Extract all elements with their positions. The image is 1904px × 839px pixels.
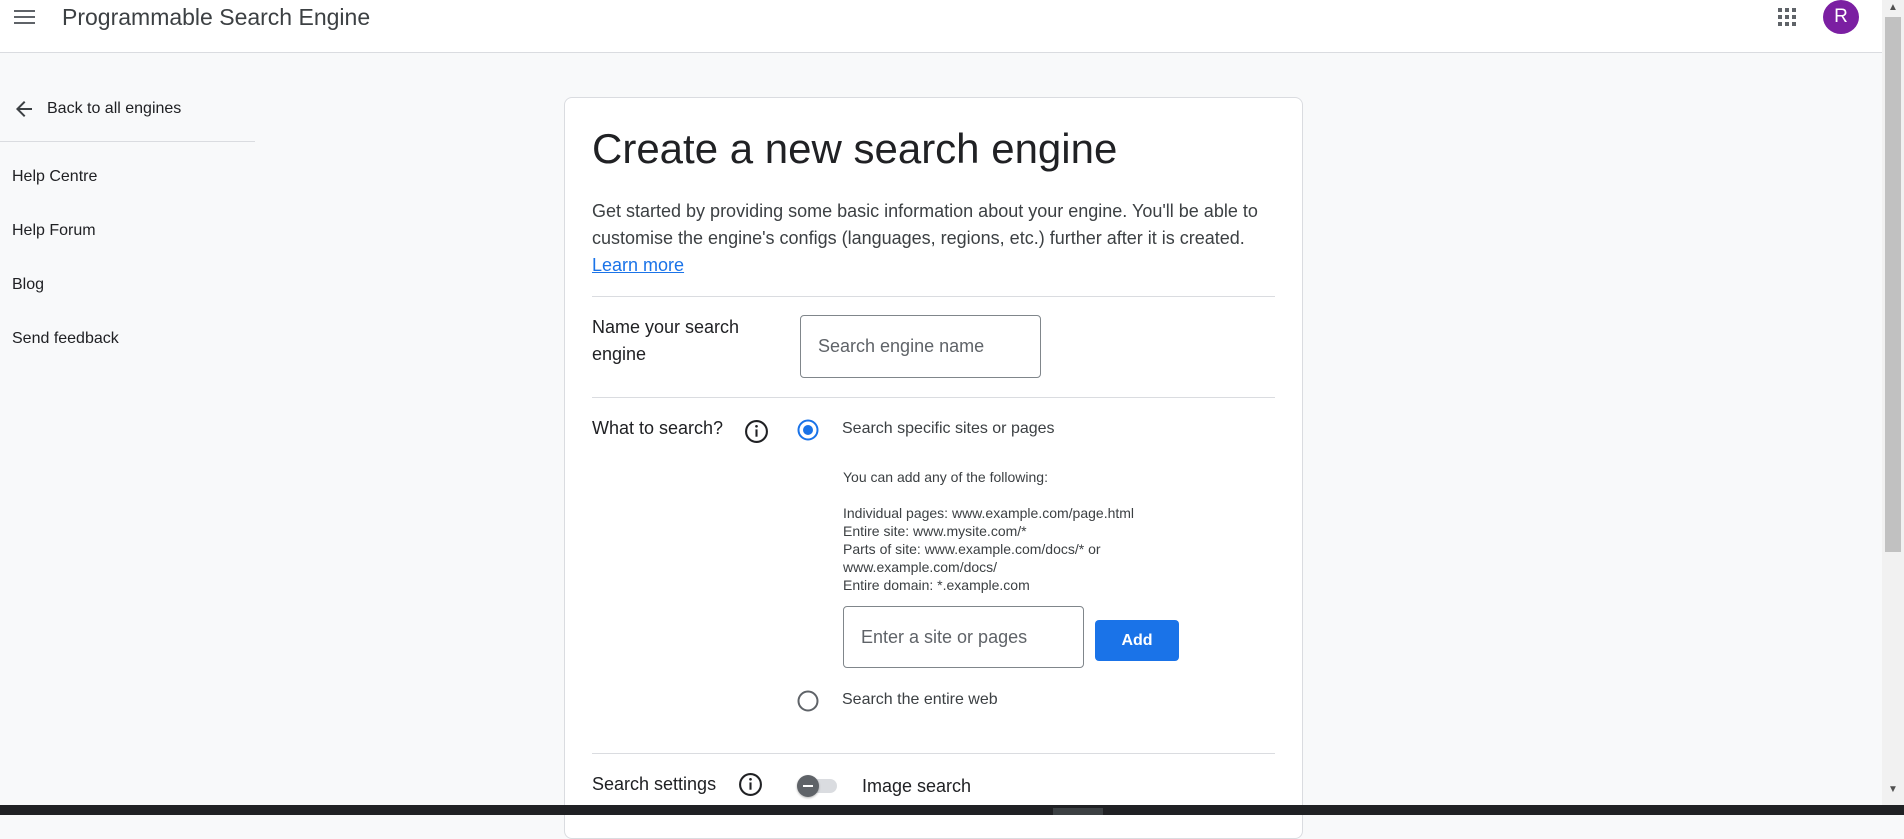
what-to-search-label: What to search?	[592, 418, 724, 438]
radio-specific-sites[interactable]	[797, 419, 819, 441]
image-search-toggle[interactable]	[797, 775, 839, 797]
section-divider	[592, 397, 1275, 398]
radio-specific-sites-label[interactable]: Search specific sites or pages	[842, 420, 1055, 438]
radio-entire-web[interactable]	[797, 690, 819, 712]
sidebar-item-blog[interactable]: Blog	[12, 276, 44, 294]
sidebar-divider	[0, 141, 255, 142]
hint-line: www.example.com/docs/	[843, 559, 998, 575]
hint-line: Individual pages: www.example.com/page.h…	[843, 505, 1135, 521]
info-icon[interactable]	[744, 419, 769, 444]
taskbar-strip	[0, 805, 1904, 815]
create-engine-card: Create a new search engine Get started b…	[564, 97, 1303, 839]
page-title: Create a new search engine	[592, 125, 1118, 172]
description-text: Get started by providing some basic info…	[592, 201, 1258, 248]
section-divider	[592, 296, 1275, 297]
hint-spacer	[843, 486, 1134, 504]
taskbar-item	[1053, 808, 1103, 815]
hint-line: Parts of site: www.example.com/docs/* or	[843, 541, 1101, 557]
app-title: Programmable Search Engine	[62, 4, 371, 30]
account-avatar[interactable]: R	[1823, 0, 1859, 34]
site-url-input[interactable]	[843, 606, 1084, 668]
hint-line: Entire domain: *.example.com	[843, 577, 1030, 593]
learn-more-link[interactable]: Learn more	[592, 255, 684, 275]
back-to-all-engines-link[interactable]: Back to all engines	[12, 95, 181, 123]
scroll-down-arrow-icon[interactable]: ▼	[1882, 782, 1904, 798]
scroll-up-arrow-icon[interactable]: ▲	[1882, 0, 1904, 16]
arrow-back-icon	[16, 101, 32, 117]
hint-intro: You can add any of the following:	[843, 469, 1048, 485]
sidebar-item-send-feedback[interactable]: Send feedback	[12, 330, 119, 348]
sidebar-item-help-centre[interactable]: Help Centre	[12, 168, 97, 186]
page-description: Get started by providing some basic info…	[592, 198, 1282, 279]
back-link-label: Back to all engines	[47, 100, 182, 117]
engine-name-input[interactable]	[800, 315, 1041, 378]
radio-entire-web-label[interactable]: Search the entire web	[842, 691, 998, 709]
sidebar-item-help-forum[interactable]: Help Forum	[12, 222, 96, 240]
image-search-label: Image search	[862, 776, 972, 796]
info-icon[interactable]	[738, 772, 763, 797]
site-format-hint: You can add any of the following: Indivi…	[843, 468, 1134, 594]
hint-line: Entire site: www.mysite.com/*	[843, 523, 1027, 539]
scrollbar-thumb[interactable]	[1885, 17, 1901, 552]
hamburger-menu-icon[interactable]	[13, 7, 37, 27]
section-divider	[592, 753, 1275, 754]
vertical-scrollbar[interactable]: ▲ ▼	[1882, 0, 1904, 805]
search-settings-label: Search settings	[592, 774, 717, 794]
toggle-thumb	[797, 775, 819, 797]
apps-grid-icon[interactable]	[1776, 6, 1798, 28]
engine-name-label: Name your search engine	[592, 317, 740, 364]
add-site-button[interactable]: Add	[1095, 620, 1179, 661]
top-app-bar: Programmable Search Engine R	[0, 0, 1882, 53]
